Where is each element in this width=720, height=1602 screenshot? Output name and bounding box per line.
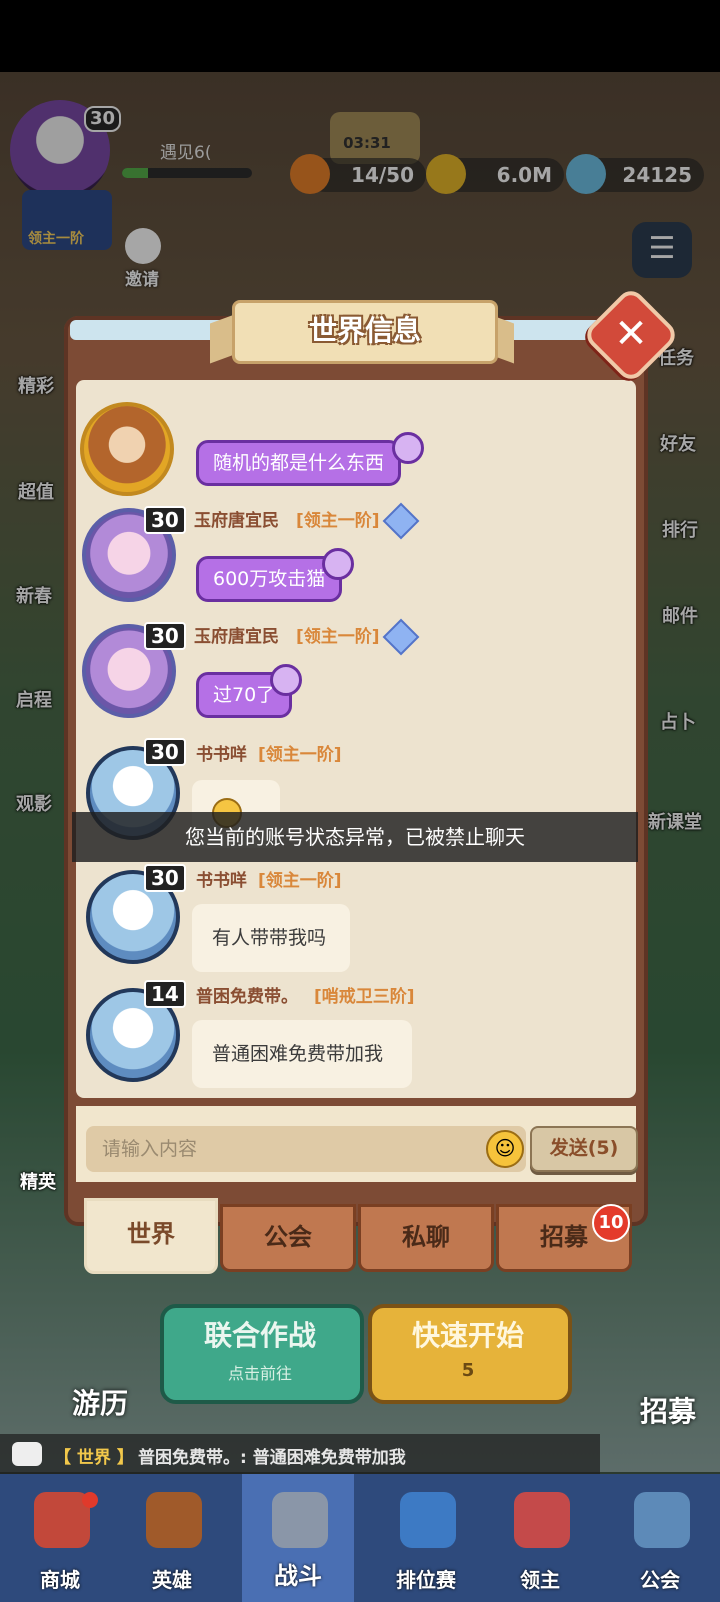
banner-icon [514,1492,570,1548]
ticker-message: 普困免费带。: 普通困难免费带加我 [138,1448,406,1468]
nav-label: 排位赛 [396,1568,456,1592]
tab-private[interactable]: 私聊 [358,1204,494,1272]
nav-lord[interactable]: 领主 [484,1474,596,1602]
ticker-channel: 【 世界 】 [54,1448,134,1468]
level-badge: 30 [144,622,186,650]
tab-world[interactable]: 世界 [84,1198,218,1274]
bubble-decoration [322,548,354,580]
sender-rank: [领主一阶] [296,627,380,647]
sender-rank: [哨戒卫三阶] [314,987,415,1007]
status-bar [0,0,720,72]
tab-guild[interactable]: 公会 [220,1204,356,1272]
hero-card-icon [146,1492,202,1548]
sender-name[interactable]: 玉府唐宜民 [194,622,279,647]
emoji-icon[interactable]: ☺ [486,1130,524,1168]
sender-rank: [领主一阶] [258,745,342,765]
level-badge: 30 [144,864,186,892]
trophy-icon [400,1492,456,1548]
coop-battle-label: 联合作战 [203,1319,316,1352]
nav-shop[interactable]: 商城 [4,1474,116,1602]
level-badge: 30 [144,738,186,766]
nav-label: 战斗 [274,1562,322,1590]
sender-rank: [领主一阶] [258,871,342,891]
level-badge: 30 [144,506,186,534]
chat-input[interactable] [86,1126,526,1172]
chat-bubble-icon [12,1442,42,1466]
close-icon[interactable]: ✕ [598,302,664,368]
nav-battle[interactable]: 战斗 [242,1474,354,1602]
sender-name[interactable]: 普困免费带。 [196,982,298,1007]
nav-label: 商城 [40,1568,80,1592]
castle-icon [634,1492,690,1548]
nav-label: 英雄 [152,1568,192,1592]
elite-label[interactable]: 精英 [20,1168,56,1194]
chat-bubble: 有人带带我吗 [192,904,350,972]
nav-ranked[interactable]: 排位赛 [370,1474,482,1602]
sender-name[interactable]: 书书咩 [196,740,247,765]
sender-rank: [领主一阶] [296,511,380,531]
coop-battle-sublabel: 点击前往 [227,1364,292,1383]
travel-label[interactable]: 游历 [72,1382,128,1422]
send-button[interactable]: 发送(5) [530,1126,638,1172]
nav-label: 公会 [640,1568,680,1592]
nav-label: 领主 [520,1568,560,1592]
bubble-decoration [392,432,424,464]
sender-name[interactable]: 书书咩 [196,866,247,891]
level-badge: 14 [144,980,186,1008]
nav-guild[interactable]: 公会 [604,1474,716,1602]
chat-bubble: 普通困难免费带加我 [192,1020,412,1088]
nav-heroes[interactable]: 英雄 [116,1474,228,1602]
quick-start-label: 快速开始 [411,1319,524,1352]
sender-name[interactable]: 玉府唐宜民 [194,506,279,531]
toast-message: 您当前的账号状态异常，已被禁止聊天 [185,825,525,849]
dialog-title: 世界信息 [308,314,421,347]
chat-bubble: 600万攻击猫 [196,556,343,602]
recruit-scene-label[interactable]: 招募 [640,1390,696,1430]
avatar[interactable] [80,402,174,496]
bubble-decoration [270,664,302,696]
sword-icon [272,1492,328,1548]
notification-dot [82,1492,98,1508]
chat-bubble: 随机的都是什么东西 [196,440,402,486]
quick-start-cost: 5 [461,1360,475,1381]
notification-badge: 10 [592,1204,630,1242]
